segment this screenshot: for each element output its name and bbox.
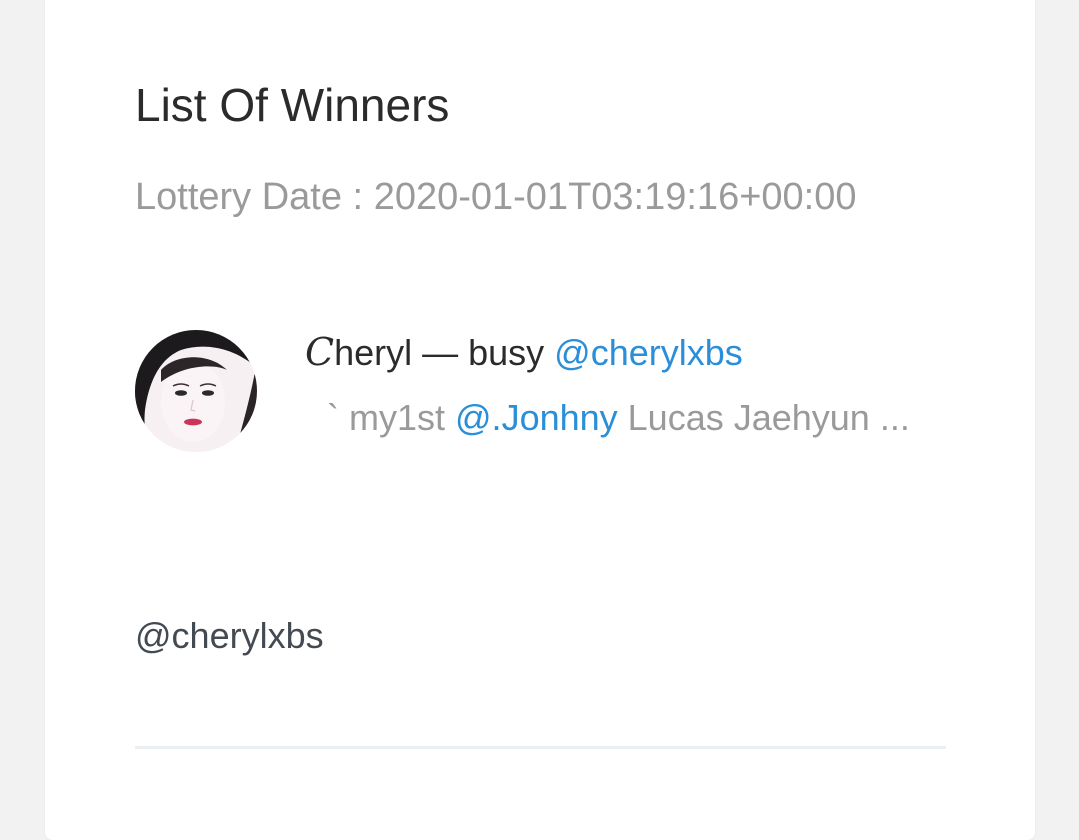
winner-handle-footer: @cherylxbs: [135, 615, 324, 656]
profile-photo-icon: [135, 330, 257, 452]
winner-name: heryl — busy: [334, 332, 555, 373]
lottery-date-label: Lottery Date: [135, 176, 342, 218]
divider: [135, 746, 946, 749]
page-title: List Of Winners: [135, 79, 450, 131]
lottery-date-separator: :: [342, 176, 374, 218]
winner-bio: ` my1st @.Jonhny Lucas Jaehyun ...: [327, 396, 910, 440]
winner-bio-mention-link[interactable]: @.Jonhny: [455, 397, 618, 438]
winner-name-initial: C: [305, 330, 335, 374]
winner-handle-link[interactable]: @cherylxbs: [554, 332, 743, 373]
winner-bio-suffix: Lucas Jaehyun ...: [617, 397, 910, 438]
avatar[interactable]: [135, 330, 257, 452]
lottery-date: Lottery Date : 2020-01-01T03:19:16+00:00: [135, 178, 856, 216]
winner-item[interactable]: Cheryl — busy @cherylxbs ` my1st @.Jonhn…: [135, 330, 955, 454]
winner-bio-prefix: ` my1st: [327, 397, 456, 438]
winner-name-line: Cheryl — busy @cherylxbs: [305, 330, 743, 375]
lottery-date-value: 2020-01-01T03:19:16+00:00: [373, 176, 857, 218]
winners-card: List Of Winners Lottery Date : 2020-01-0…: [45, 0, 1035, 840]
